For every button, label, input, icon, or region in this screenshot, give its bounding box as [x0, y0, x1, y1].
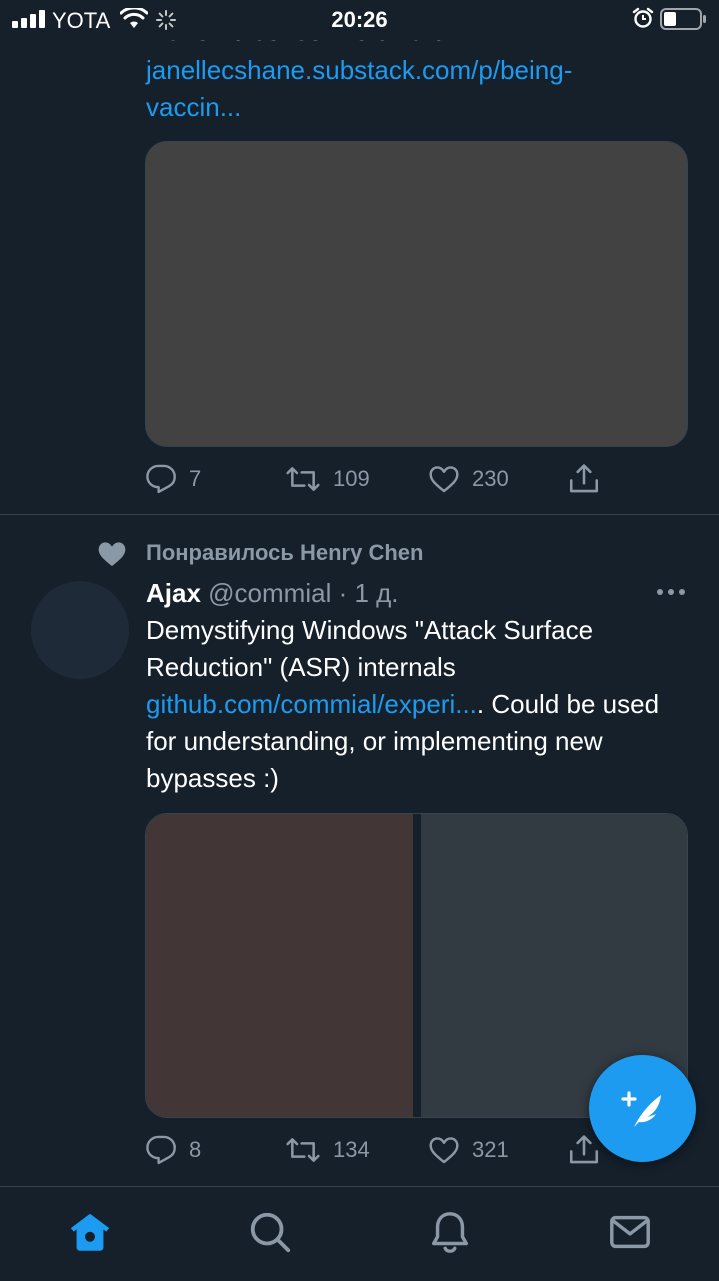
- status-bar: YOTA 20:26: [0, 0, 719, 40]
- author-handle[interactable]: @commial: [208, 578, 331, 608]
- tweet-actions: 7 109 230: [145, 459, 605, 499]
- reply-button[interactable]: 7: [145, 459, 201, 499]
- tweet-text-part1: Demystifying Windows "Attack Surface Red…: [146, 615, 594, 682]
- tweet-link[interactable]: github.com/commial/experi...: [146, 689, 477, 719]
- tweet-media[interactable]: [145, 141, 688, 447]
- tweet-link-line1[interactable]: janellecshane.substack.com/p/being-: [146, 55, 572, 85]
- home-icon[interactable]: [67, 1209, 113, 1255]
- heart-icon: [429, 466, 459, 493]
- tweet-link[interactable]: janellecshane.substack.com/p/being- vacc…: [146, 52, 686, 126]
- more-options-icon[interactable]: [655, 580, 687, 604]
- liked-heart-icon: [98, 542, 126, 566]
- tweet-timestamp[interactable]: 1 д.: [354, 578, 398, 608]
- compose-tweet-icon: [620, 1090, 661, 1127]
- tweet-divider: [0, 514, 719, 515]
- avatar[interactable]: [31, 581, 129, 679]
- retweet-count: 134: [333, 1137, 370, 1162]
- tab-bar: [0, 1186, 719, 1281]
- compose-tweet-button[interactable]: [589, 1055, 696, 1162]
- envelope-icon[interactable]: [607, 1209, 653, 1255]
- retweet-count: 109: [333, 466, 370, 491]
- media-gap: [413, 814, 421, 1117]
- reply-icon: [146, 464, 176, 494]
- battery-icon: [660, 8, 706, 30]
- share-button[interactable]: [567, 459, 601, 499]
- like-count: 321: [472, 1137, 509, 1162]
- like-button[interactable]: 321: [428, 1130, 509, 1170]
- retweet-button[interactable]: 134: [285, 1130, 370, 1170]
- like-button[interactable]: 230: [428, 459, 509, 499]
- like-count: 230: [472, 466, 509, 491]
- retweet-button[interactable]: 109: [285, 459, 370, 499]
- share-icon: [569, 464, 599, 493]
- alarm-icon: [632, 7, 654, 28]
- reply-button[interactable]: 8: [145, 1130, 201, 1170]
- tweet-actions: 8 134 321: [145, 1130, 605, 1170]
- author-name[interactable]: Ajax: [146, 578, 201, 608]
- header-separator: ·: [331, 578, 355, 608]
- retweet-icon: [286, 1138, 320, 1162]
- social-context[interactable]: Понравилось Henry Chen: [0, 534, 719, 574]
- share-icon: [569, 1135, 599, 1164]
- tweet-header: Ajax @commial · 1 д.: [146, 575, 399, 611]
- retweet-icon: [286, 467, 320, 491]
- tweet-link-line2[interactable]: vaccin...: [146, 92, 241, 122]
- tweet-media-image-1[interactable]: [146, 814, 413, 1117]
- tweet-text: Demystifying Windows "Attack Surface Red…: [146, 612, 686, 797]
- search-icon[interactable]: [247, 1209, 293, 1255]
- clock: 20:26: [331, 7, 388, 32]
- reply-count: 7: [189, 466, 202, 491]
- heart-icon: [429, 1137, 459, 1164]
- bell-icon[interactable]: [427, 1209, 473, 1255]
- social-context-label: Понравилось Henry Chen: [146, 540, 424, 565]
- reply-count: 8: [189, 1137, 202, 1162]
- reply-icon: [146, 1135, 176, 1165]
